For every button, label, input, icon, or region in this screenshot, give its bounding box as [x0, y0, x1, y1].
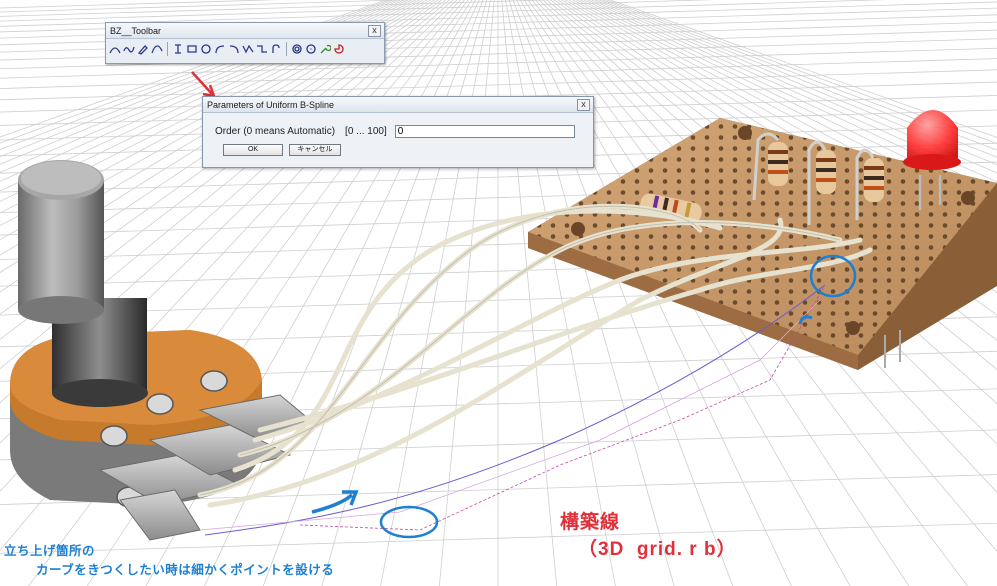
annotation-right-subtitle: （3D grid. r b） [578, 539, 737, 560]
rectangle-icon [187, 45, 197, 53]
toolbar-pie-button[interactable] [333, 42, 345, 56]
annotation-left-line1: 立ち上げ箇所の [4, 544, 96, 558]
potentiometer [10, 160, 311, 541]
toolbar-separator [286, 42, 287, 56]
scene-viewport[interactable] [0, 0, 997, 586]
toolbar-wrench-button[interactable] [319, 42, 331, 56]
bspline-icon [175, 44, 181, 54]
wrench-icon [320, 44, 331, 54]
toolbar-circle-dot-button[interactable] [305, 42, 317, 56]
toolbar-curve-button[interactable] [151, 42, 163, 56]
annotation-right-title: 構築線 [560, 512, 621, 533]
gear-icon [292, 44, 302, 54]
toolbar-wave-button[interactable] [123, 42, 135, 56]
arc-right-icon [229, 45, 239, 54]
toolbar-titlebar[interactable]: BZ__Toolbar x [106, 23, 384, 39]
step-icon [257, 45, 267, 53]
toolbar-arc-left-button[interactable] [214, 42, 226, 56]
order-input[interactable] [394, 125, 575, 138]
toolbar-separator [167, 42, 168, 56]
arrow-icon [311, 493, 354, 514]
dialog-close-button[interactable]: x [577, 98, 590, 111]
bspline-dialog[interactable]: Parameters of Uniform B-Spline x Order (… [202, 96, 594, 168]
bz-toolbar-window[interactable]: BZ__Toolbar x [105, 22, 385, 64]
circle-dot-icon [306, 44, 316, 54]
toolbar-step-button[interactable] [256, 42, 268, 56]
toolbar-hook-button[interactable] [270, 42, 282, 56]
arc-left-icon [215, 45, 225, 54]
zigzag-icon [242, 44, 254, 54]
toolbar-gear-button[interactable] [291, 42, 303, 56]
toolbar-circle-button[interactable] [200, 42, 212, 56]
hook-icon [272, 44, 280, 53]
brush-icon [137, 45, 148, 55]
toolbar-arc-right-button[interactable] [228, 42, 240, 56]
toolbar-brush-button[interactable] [137, 42, 149, 56]
toolbar-zigzag-button[interactable] [242, 42, 254, 56]
circle-icon [201, 44, 211, 54]
toolbar-buttons [106, 39, 384, 59]
toolbar-title: BZ__Toolbar [110, 25, 162, 36]
arc-icon [109, 47, 121, 54]
dialog-titlebar[interactable]: Parameters of Uniform B-Spline x [203, 97, 593, 113]
curve-icon [151, 45, 163, 54]
toolbar-rectangle-button[interactable] [186, 42, 198, 56]
toolbar-bspline-button[interactable] [172, 42, 184, 56]
order-range-label: [0 ... 100] [345, 126, 387, 137]
toolbar-close-button[interactable]: x [368, 24, 381, 37]
annotation-left-line2: カーブをきつくしたい時は細かくポイントを設ける [36, 563, 335, 577]
pie-icon [334, 44, 344, 54]
order-label: Order (0 means Automatic) [215, 126, 336, 137]
highlight-circle-curve [379, 505, 439, 539]
cancel-button[interactable]: キャンセル [289, 144, 341, 156]
wave-icon [123, 46, 135, 53]
ok-button[interactable]: OK [223, 144, 283, 156]
dialog-title: Parameters of Uniform B-Spline [207, 99, 335, 110]
toolbar-arc-button[interactable] [109, 42, 121, 56]
